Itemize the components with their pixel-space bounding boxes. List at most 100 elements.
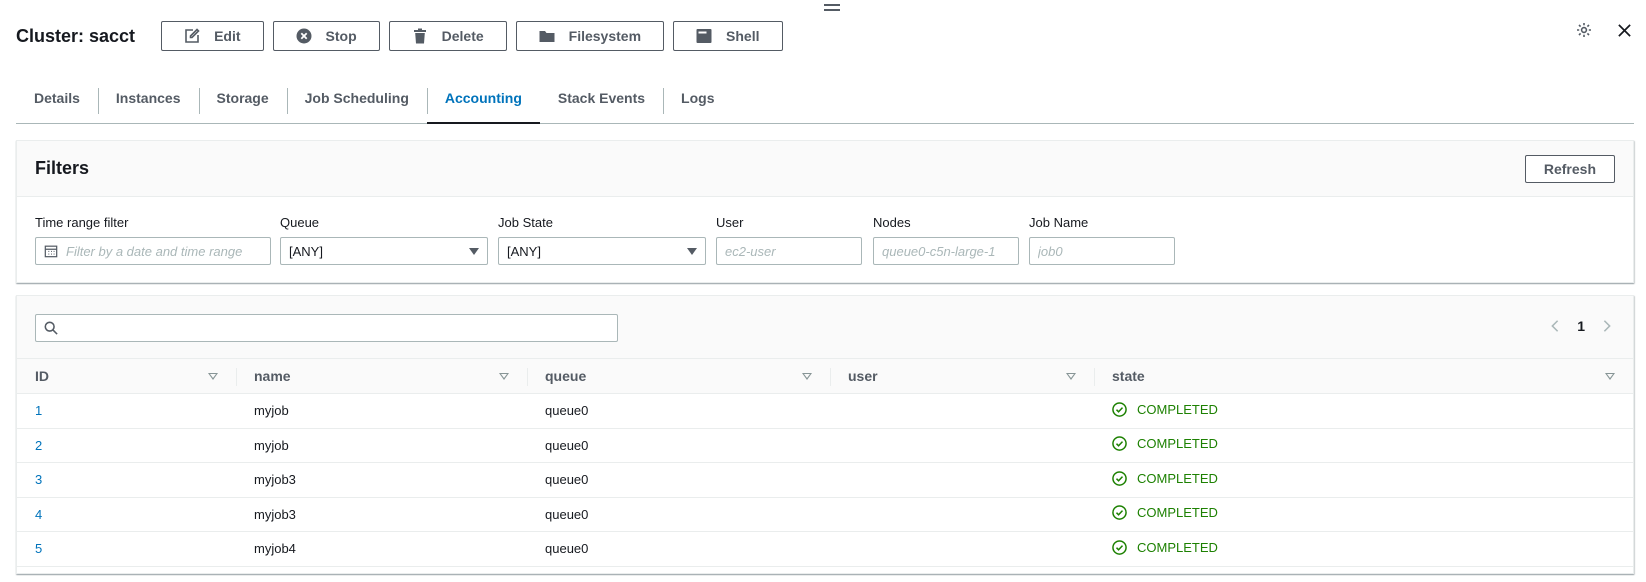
- tab-instances[interactable]: Instances: [97, 80, 199, 123]
- user-filter: User: [716, 215, 862, 265]
- queue-filter: Queue [ANY]: [280, 215, 488, 265]
- status-text: COMPLETED: [1137, 470, 1218, 486]
- cluster-tabs: Details Instances Storage Job Scheduling…: [16, 80, 1634, 124]
- column-header-queue[interactable]: queue: [527, 358, 830, 394]
- cell-user: [830, 462, 1094, 498]
- tab-job-scheduling[interactable]: Job Scheduling: [286, 80, 427, 123]
- tab-details[interactable]: Details: [16, 80, 98, 123]
- stop-button[interactable]: Stop: [272, 21, 380, 51]
- cell-queue: queue0: [527, 428, 830, 463]
- nodes-filter: Nodes: [873, 215, 1019, 265]
- delete-button[interactable]: Delete: [388, 21, 507, 51]
- table-row: 2 myjob queue0 COMPLETED: [17, 428, 1633, 463]
- sort-icon: [802, 372, 812, 380]
- queue-select-value: [ANY]: [289, 243, 323, 259]
- jobs-table-panel: 1 ID name queue user state 1 myjob queue0 C…: [16, 295, 1634, 574]
- cell-state: COMPLETED: [1094, 428, 1633, 463]
- refresh-button[interactable]: Refresh: [1524, 154, 1615, 183]
- cell-name: myjob3: [236, 497, 527, 532]
- status-text: COMPLETED: [1137, 505, 1218, 521]
- table-toolbar: 1: [17, 296, 1633, 358]
- job-id-link[interactable]: 1: [35, 403, 42, 418]
- tab-stack-events[interactable]: Stack Events: [540, 80, 663, 123]
- cell-name: myjob4: [236, 531, 527, 567]
- job-id-link[interactable]: 5: [35, 541, 42, 556]
- close-icon[interactable]: [1614, 20, 1634, 40]
- nodes-input[interactable]: [882, 243, 1010, 259]
- time-range-input[interactable]: Filter by a date and time range: [35, 237, 271, 265]
- check-circle-icon: [1112, 539, 1137, 555]
- cell-user: [830, 393, 1094, 429]
- queue-label: Queue: [280, 215, 320, 230]
- job-state-label: Job State: [498, 215, 553, 230]
- time-range-placeholder: Filter by a date and time range: [66, 243, 243, 259]
- status-text: COMPLETED: [1137, 436, 1218, 452]
- edit-icon: [184, 28, 200, 44]
- folder-icon: [539, 28, 555, 44]
- cell-state: COMPLETED: [1094, 462, 1633, 498]
- job-state-filter: Job State [ANY]: [498, 215, 706, 265]
- shell-button[interactable]: Shell: [673, 21, 783, 51]
- table-search: [35, 314, 618, 342]
- cell-name: myjob: [236, 393, 527, 429]
- tab-logs[interactable]: Logs: [663, 80, 732, 123]
- job-name-field-box: [1029, 237, 1175, 265]
- page-number[interactable]: 1: [1577, 318, 1585, 334]
- cell-id: 4: [17, 497, 236, 532]
- check-circle-icon: [1112, 505, 1137, 521]
- cell-name: myjob3: [236, 462, 527, 498]
- user-field-box: [716, 237, 862, 265]
- table-row: 3 myjob3 queue0 COMPLETED: [17, 462, 1633, 498]
- column-header-name[interactable]: name: [236, 358, 527, 394]
- cell-id: 5: [17, 531, 236, 567]
- status-indicator: COMPLETED: [1112, 471, 1218, 486]
- cell-id: 1: [17, 393, 236, 429]
- caret-down-icon: [469, 247, 479, 255]
- status-text: COMPLETED: [1137, 539, 1218, 555]
- job-name-input[interactable]: [1038, 243, 1166, 259]
- user-input[interactable]: [725, 243, 853, 259]
- search-input[interactable]: [66, 320, 617, 336]
- job-id-link[interactable]: 4: [35, 507, 42, 522]
- status-indicator: COMPLETED: [1112, 402, 1218, 417]
- column-header-state[interactable]: state: [1094, 358, 1633, 394]
- column-header-id[interactable]: ID: [17, 358, 236, 394]
- job-id-link[interactable]: 2: [35, 438, 42, 453]
- nodes-label: Nodes: [873, 215, 911, 230]
- edit-button[interactable]: Edit: [161, 21, 264, 51]
- sort-icon: [1066, 372, 1076, 380]
- tab-storage[interactable]: Storage: [198, 80, 287, 123]
- cell-state: COMPLETED: [1094, 393, 1633, 429]
- cell-state: COMPLETED: [1094, 497, 1633, 532]
- filesystem-button[interactable]: Filesystem: [515, 21, 665, 51]
- job-id-link[interactable]: 3: [35, 472, 42, 487]
- cell-queue: queue0: [527, 462, 830, 498]
- cell-id: 2: [17, 428, 236, 463]
- cluster-header: Cluster: sacct Edit Stop Delete Filesyst…: [16, 20, 792, 52]
- queue-select[interactable]: [ANY]: [280, 237, 488, 265]
- gear-icon[interactable]: [1574, 20, 1594, 40]
- status-indicator: COMPLETED: [1112, 540, 1218, 555]
- edit-button-label: Edit: [214, 28, 241, 44]
- chevron-right-icon[interactable]: [1597, 316, 1617, 336]
- terminal-icon: [696, 28, 712, 44]
- sort-icon: [1605, 372, 1615, 380]
- table-row: 5 myjob4 queue0 COMPLETED: [17, 531, 1633, 567]
- check-circle-icon: [1112, 470, 1137, 486]
- table-header-row: ID name queue user state: [17, 358, 1633, 394]
- cell-user: [830, 497, 1094, 532]
- split-panel-drag-handle[interactable]: [824, 4, 840, 14]
- job-name-filter: Job Name: [1029, 215, 1175, 265]
- sort-icon: [499, 372, 509, 380]
- check-circle-icon: [1112, 401, 1137, 417]
- status-indicator: COMPLETED: [1112, 505, 1218, 520]
- cell-queue: queue0: [527, 393, 830, 429]
- tab-accounting[interactable]: Accounting: [426, 80, 540, 124]
- caret-down-icon: [687, 247, 697, 255]
- chevron-left-icon[interactable]: [1545, 316, 1565, 336]
- time-range-label: Time range filter: [35, 215, 129, 230]
- cell-queue: queue0: [527, 497, 830, 532]
- job-state-select[interactable]: [ANY]: [498, 237, 706, 265]
- column-header-user[interactable]: user: [830, 358, 1094, 394]
- cell-name: myjob: [236, 428, 527, 463]
